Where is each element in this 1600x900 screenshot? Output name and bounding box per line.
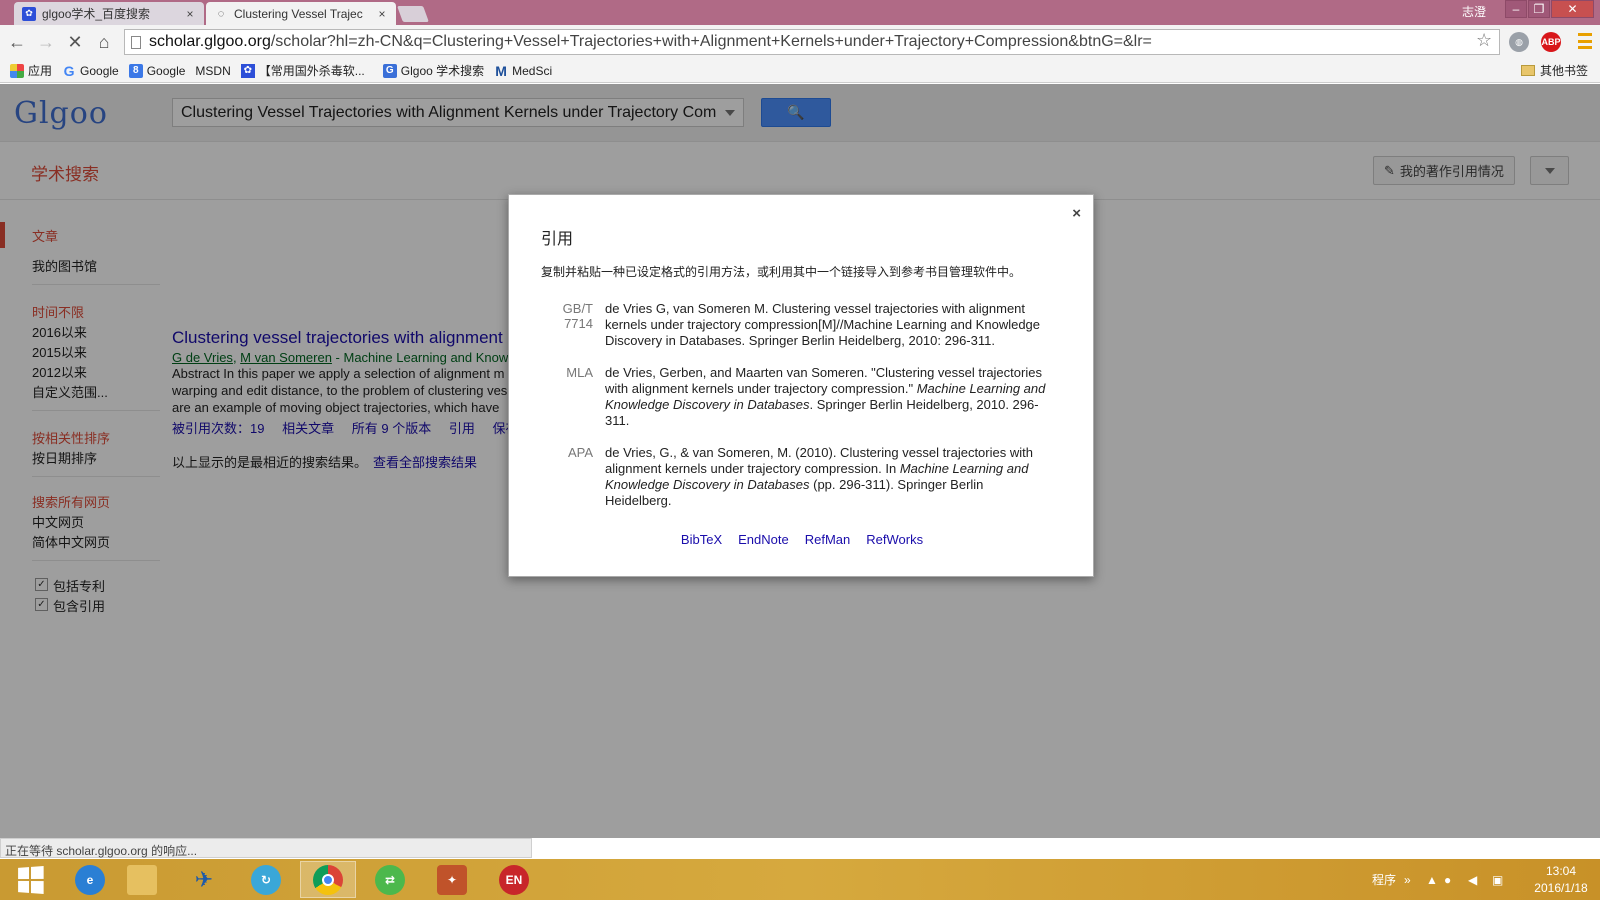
new-tab-button[interactable] <box>397 6 429 22</box>
tab-label: Clustering Vessel Trajec <box>234 6 363 21</box>
citation-text[interactable]: de Vries, G., & van Someren, M. (2010). … <box>605 445 1049 509</box>
dialog-title: 引用 <box>541 231 574 248</box>
taskbar-app-game[interactable]: ✦ <box>424 861 480 898</box>
adblock-plus-icon[interactable]: ABP <box>1541 32 1561 52</box>
network-icon[interactable]: ▣ <box>1492 859 1503 900</box>
taskbar-app-green[interactable]: ⇄ <box>362 861 418 898</box>
minimize-button[interactable]: – <box>1505 0 1527 18</box>
refman-link[interactable]: RefMan <box>805 532 851 547</box>
bibtex-link[interactable]: BibTeX <box>681 532 722 547</box>
windows-logo-icon <box>18 865 44 894</box>
taskbar-ie[interactable]: e <box>62 861 118 898</box>
qq-penguin-icon[interactable]: ● <box>1444 859 1451 900</box>
forward-arrow-icon[interactable]: → <box>35 31 57 53</box>
bookmark-google-alt[interactable]: 8 Google <box>128 63 185 78</box>
bookmarks-bar: 应用 G Google 8 Google MSDN ✿ 【常用国外杀毒软... G Gl… <box>0 59 1600 157</box>
baidu-paw-icon: ✿ <box>240 63 255 78</box>
bookmark-antivirus[interactable]: ✿ 【常用国外杀毒软... <box>240 62 365 79</box>
bookmark-apps[interactable]: 应用 <box>10 62 52 79</box>
taskbar-explorer[interactable] <box>114 861 170 898</box>
bird-icon: ✈ <box>194 866 214 892</box>
browser-titlebar: ✿ glgoo学术_百度搜索 × ◌ Clustering Vessel Tra… <box>0 0 1600 25</box>
import-links: BibTeX EndNote RefMan RefWorks <box>509 532 1095 547</box>
endnote-link[interactable]: EndNote <box>738 532 789 547</box>
maximize-button[interactable]: ❐ <box>1528 0 1550 18</box>
folder-icon <box>1520 65 1535 76</box>
dictionary-icon: EN <box>499 864 529 895</box>
bookmark-google[interactable]: G Google <box>62 62 119 79</box>
citation-gbt: GB/T 7714 de Vries G, van Someren M. Clu… <box>541 301 1081 349</box>
ie-icon: e <box>75 864 105 895</box>
cite-dialog: × 引用 复制并粘贴一种已设定格式的引用方法，或利用其中一个链接导入到参考书目管… <box>508 194 1094 577</box>
home-icon[interactable]: ⌂ <box>93 31 115 53</box>
windows-taskbar: e ✈ ↻ ⇄ ✦ EN 程序 » ▲ ● ◀ ▣ 13:04 2016/1/1… <box>0 859 1600 900</box>
clock-date: 2016/1/18 <box>1534 881 1588 895</box>
back-arrow-icon[interactable]: ← <box>6 31 28 53</box>
bookmark-glgoo-scholar[interactable]: G Glgoo 学术搜索 <box>382 62 484 79</box>
citation-apa: APA de Vries, G., & van Someren, M. (201… <box>541 445 1081 509</box>
game-icon: ✦ <box>437 864 467 895</box>
chrome-menu-icon[interactable] <box>1578 33 1592 49</box>
tab-baidu-search[interactable]: ✿ glgoo学术_百度搜索 × <box>14 2 204 25</box>
citation-mla: MLA de Vries, Gerben, and Maarten van So… <box>541 365 1081 429</box>
chevron-up-icon[interactable]: » <box>1404 859 1411 900</box>
browser-status-bar: 正在等待 scholar.glgoo.org 的响应... <box>0 838 532 858</box>
bookmark-medsci[interactable]: M MedSci <box>494 62 552 79</box>
stop-loading-icon[interactable]: ✕ <box>64 31 86 53</box>
volume-icon[interactable]: ◀ <box>1468 859 1477 900</box>
tab-label: glgoo学术_百度搜索 <box>42 7 151 21</box>
citation-text[interactable]: de Vries, Gerben, and Maarten van Somere… <box>605 365 1049 429</box>
citation-format: MLA <box>566 365 593 380</box>
tab-close-icon[interactable]: × <box>376 7 388 21</box>
taskbar-app-dict[interactable]: EN <box>486 861 542 898</box>
url-path: /scholar?hl=zh-CN&q=Clustering+Vessel+Tr… <box>270 33 1152 50</box>
bookmark-star-icon[interactable]: ☆ <box>1476 30 1492 51</box>
tab-scholar-result[interactable]: ◌ Clustering Vessel Trajec × <box>206 2 396 25</box>
citation-text[interactable]: de Vries G, van Someren M. Clustering ve… <box>605 301 1049 349</box>
glgoo-icon: G <box>382 63 397 78</box>
citation-format: GB/T 7714 <box>562 301 593 331</box>
clock-time: 13:04 <box>1545 864 1577 878</box>
browser-toolbar: ← → ✕ ⌂ scholar.glgoo.org /scholar?hl=zh… <box>0 25 1600 59</box>
bookmark-msdn[interactable]: MSDN <box>0 64 231 157</box>
bookmark-other-folder[interactable]: 其他书签 <box>1520 62 1588 79</box>
extension-globe-icon[interactable]: ◍ <box>1509 32 1529 52</box>
folder-icon <box>127 864 157 895</box>
tray-programs-label[interactable]: 程序 <box>1372 859 1396 900</box>
medsci-m-icon: M <box>495 62 507 79</box>
citation-format: APA <box>567 445 593 460</box>
dialog-instruction: 复制并粘贴一种已设定格式的引用方法，或利用其中一个链接导入到参考书目管理软件中。 <box>541 265 1022 279</box>
google-g-icon: G <box>63 62 75 79</box>
tab-close-icon[interactable]: × <box>184 7 196 21</box>
taskbar-chrome[interactable] <box>300 861 356 898</box>
close-window-button[interactable]: ✕ <box>1551 0 1594 18</box>
apps-grid-icon <box>10 63 24 78</box>
system-clock[interactable]: 13:04 2016/1/18 <box>1522 863 1600 897</box>
baidu-paw-icon: ✿ <box>22 6 36 21</box>
refresh-green-icon: ⇄ <box>375 864 405 895</box>
page-icon <box>131 35 141 49</box>
close-icon[interactable]: × <box>1072 205 1081 222</box>
sync-icon: ↻ <box>251 864 281 895</box>
google-8-icon: 8 <box>128 63 143 78</box>
profile-name[interactable]: 志澄 <box>1462 3 1486 20</box>
loading-spinner-icon: ◌ <box>217 7 225 20</box>
taskbar-app-bird[interactable]: ✈ <box>176 861 232 898</box>
refworks-link[interactable]: RefWorks <box>866 532 923 547</box>
address-bar[interactable]: scholar.glgoo.org /scholar?hl=zh-CN&q=Cl… <box>124 29 1500 55</box>
tray-expand-icon[interactable]: ▲ <box>1426 859 1438 900</box>
start-button[interactable] <box>2 861 58 898</box>
url-host: scholar.glgoo.org <box>149 33 271 50</box>
taskbar-app-sync[interactable]: ↻ <box>238 861 294 898</box>
chrome-icon <box>313 864 343 895</box>
